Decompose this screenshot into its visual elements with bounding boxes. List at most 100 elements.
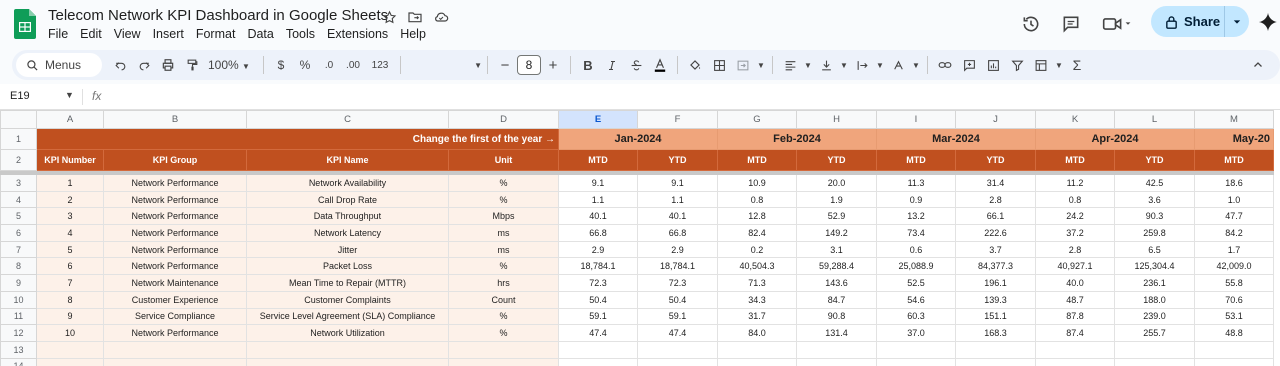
cell-value[interactable]: 168.3 [955, 324, 1036, 342]
column-header[interactable]: F [637, 110, 718, 129]
cell-value[interactable]: 1.1 [558, 190, 638, 209]
functions-icon[interactable]: Σ [1065, 53, 1089, 77]
chevron-down-icon[interactable]: ▼ [874, 53, 886, 77]
font-family-select[interactable]: ▼ [406, 53, 482, 77]
empty-cell[interactable] [1114, 340, 1195, 359]
month-mar[interactable]: Mar-2024 [876, 128, 1036, 150]
cell-value[interactable]: 84,377.3 [955, 257, 1036, 276]
cell-value[interactable]: 55.8 [1194, 274, 1274, 292]
month-jan[interactable]: Jan-2024 [558, 128, 718, 150]
cell-value[interactable]: 87.4 [1035, 324, 1115, 342]
share-dropdown-button[interactable] [1225, 18, 1249, 26]
cell-value[interactable]: 239.0 [1114, 307, 1195, 326]
cell-kpi-number[interactable]: 5 [36, 240, 104, 259]
cell-value[interactable]: 73.4 [876, 224, 956, 242]
cell-value[interactable]: 72.3 [558, 274, 638, 292]
cell-value[interactable]: 1.7 [1194, 240, 1274, 259]
cell-value[interactable]: 53.1 [1194, 307, 1274, 326]
cell-value[interactable]: 11.3 [876, 174, 956, 192]
cell-value[interactable]: 24.2 [1035, 207, 1115, 226]
text-wrapping-icon[interactable] [850, 53, 874, 77]
cell-value[interactable]: 54.6 [876, 290, 956, 309]
currency-format-button[interactable]: $ [269, 53, 293, 77]
insert-comment-icon[interactable] [957, 53, 981, 77]
menus-search-button[interactable]: Menus [16, 53, 102, 77]
column-header[interactable]: C [246, 110, 449, 129]
row-number[interactable]: 3 [0, 174, 37, 192]
menu-insert[interactable]: Insert [147, 27, 190, 41]
cell-value[interactable]: 60.3 [876, 307, 956, 326]
cell-value[interactable]: 2.8 [955, 190, 1036, 209]
cell-unit[interactable]: % [448, 174, 559, 192]
cell-value[interactable]: 9.1 [558, 174, 638, 192]
cell-value[interactable]: 40,927.1 [1035, 257, 1115, 276]
cell-kpi-group[interactable]: Network Maintenance [103, 274, 247, 292]
empty-cell[interactable] [448, 340, 559, 359]
cell-unit[interactable]: % [448, 190, 559, 209]
cell-value[interactable]: 188.0 [1114, 290, 1195, 309]
chevron-down-icon[interactable]: ▼ [755, 53, 767, 77]
cell-kpi-name[interactable]: Network Availability [246, 174, 449, 192]
cell-value[interactable]: 42.5 [1114, 174, 1195, 192]
cell-kpi-name[interactable]: Call Drop Rate [246, 190, 449, 209]
chevron-down-icon[interactable]: ▼ [65, 90, 74, 100]
row-number[interactable]: 1 [0, 128, 37, 150]
move-folder-icon[interactable] [407, 9, 423, 25]
cell-value[interactable]: 0.2 [717, 240, 797, 259]
merge-cells-icon[interactable] [731, 53, 755, 77]
cell-kpi-group[interactable]: Network Performance [103, 174, 247, 192]
column-header[interactable]: G [717, 110, 797, 129]
cell-value[interactable]: 37.0 [876, 324, 956, 342]
cell-value[interactable]: 6.5 [1114, 240, 1195, 259]
cell-value[interactable]: 40,504.3 [717, 257, 797, 276]
cell-value[interactable]: 66.8 [558, 224, 638, 242]
cell-value[interactable]: 1.1 [637, 190, 718, 209]
column-header[interactable]: L [1114, 110, 1195, 129]
redo-icon[interactable] [132, 53, 156, 77]
cell-value[interactable]: 71.3 [717, 274, 797, 292]
cell-kpi-group[interactable]: Network Performance [103, 257, 247, 276]
column-header[interactable]: J [955, 110, 1036, 129]
header-ytd[interactable]: YTD [955, 149, 1036, 171]
cell-value[interactable]: 0.8 [717, 190, 797, 209]
cell-kpi-group[interactable]: Network Performance [103, 207, 247, 226]
horizontal-align-icon[interactable] [778, 53, 802, 77]
decrease-decimal-button[interactable]: .0 [317, 53, 341, 77]
cell-value[interactable]: 3.7 [955, 240, 1036, 259]
cell-value[interactable]: 2.9 [637, 240, 718, 259]
cell-kpi-number[interactable]: 1 [36, 174, 104, 192]
cell-kpi-number[interactable]: 2 [36, 190, 104, 209]
filter-views-icon[interactable] [1029, 53, 1053, 77]
column-header[interactable]: A [36, 110, 104, 129]
cell-value[interactable]: 255.7 [1114, 324, 1195, 342]
row-number[interactable]: 2 [0, 149, 37, 171]
column-header-selected[interactable]: E [558, 110, 638, 129]
header-mtd[interactable]: MTD [876, 149, 956, 171]
menu-format[interactable]: Format [190, 27, 242, 41]
cell-value[interactable]: 125,304.4 [1114, 257, 1195, 276]
cell-kpi-name[interactable]: Network Latency [246, 224, 449, 242]
cell-value[interactable]: 1.0 [1194, 190, 1274, 209]
filter-icon[interactable] [1005, 53, 1029, 77]
cell-value[interactable]: 47.4 [558, 324, 638, 342]
header-mtd[interactable]: MTD [1035, 149, 1115, 171]
empty-cell[interactable] [558, 340, 638, 359]
text-color-icon[interactable] [648, 53, 672, 77]
cell-unit[interactable]: % [448, 324, 559, 342]
cell-value[interactable]: 48.7 [1035, 290, 1115, 309]
column-header[interactable]: D [448, 110, 559, 129]
cell-value[interactable]: 40.1 [637, 207, 718, 226]
empty-cell[interactable] [876, 340, 956, 359]
row-number[interactable]: 7 [0, 240, 37, 259]
cell-value[interactable]: 42,009.0 [1194, 257, 1274, 276]
cell-value[interactable]: 31.4 [955, 174, 1036, 192]
row-number[interactable]: 6 [0, 224, 37, 242]
cell-value[interactable]: 90.8 [796, 307, 877, 326]
cell-value[interactable]: 18,784.1 [558, 257, 638, 276]
cell-kpi-group[interactable]: Network Performance [103, 224, 247, 242]
empty-cell[interactable] [36, 357, 104, 366]
menu-data[interactable]: Data [241, 27, 279, 41]
header-ytd[interactable]: YTD [637, 149, 718, 171]
row-number[interactable]: 9 [0, 274, 37, 292]
row-number[interactable]: 10 [0, 290, 37, 309]
